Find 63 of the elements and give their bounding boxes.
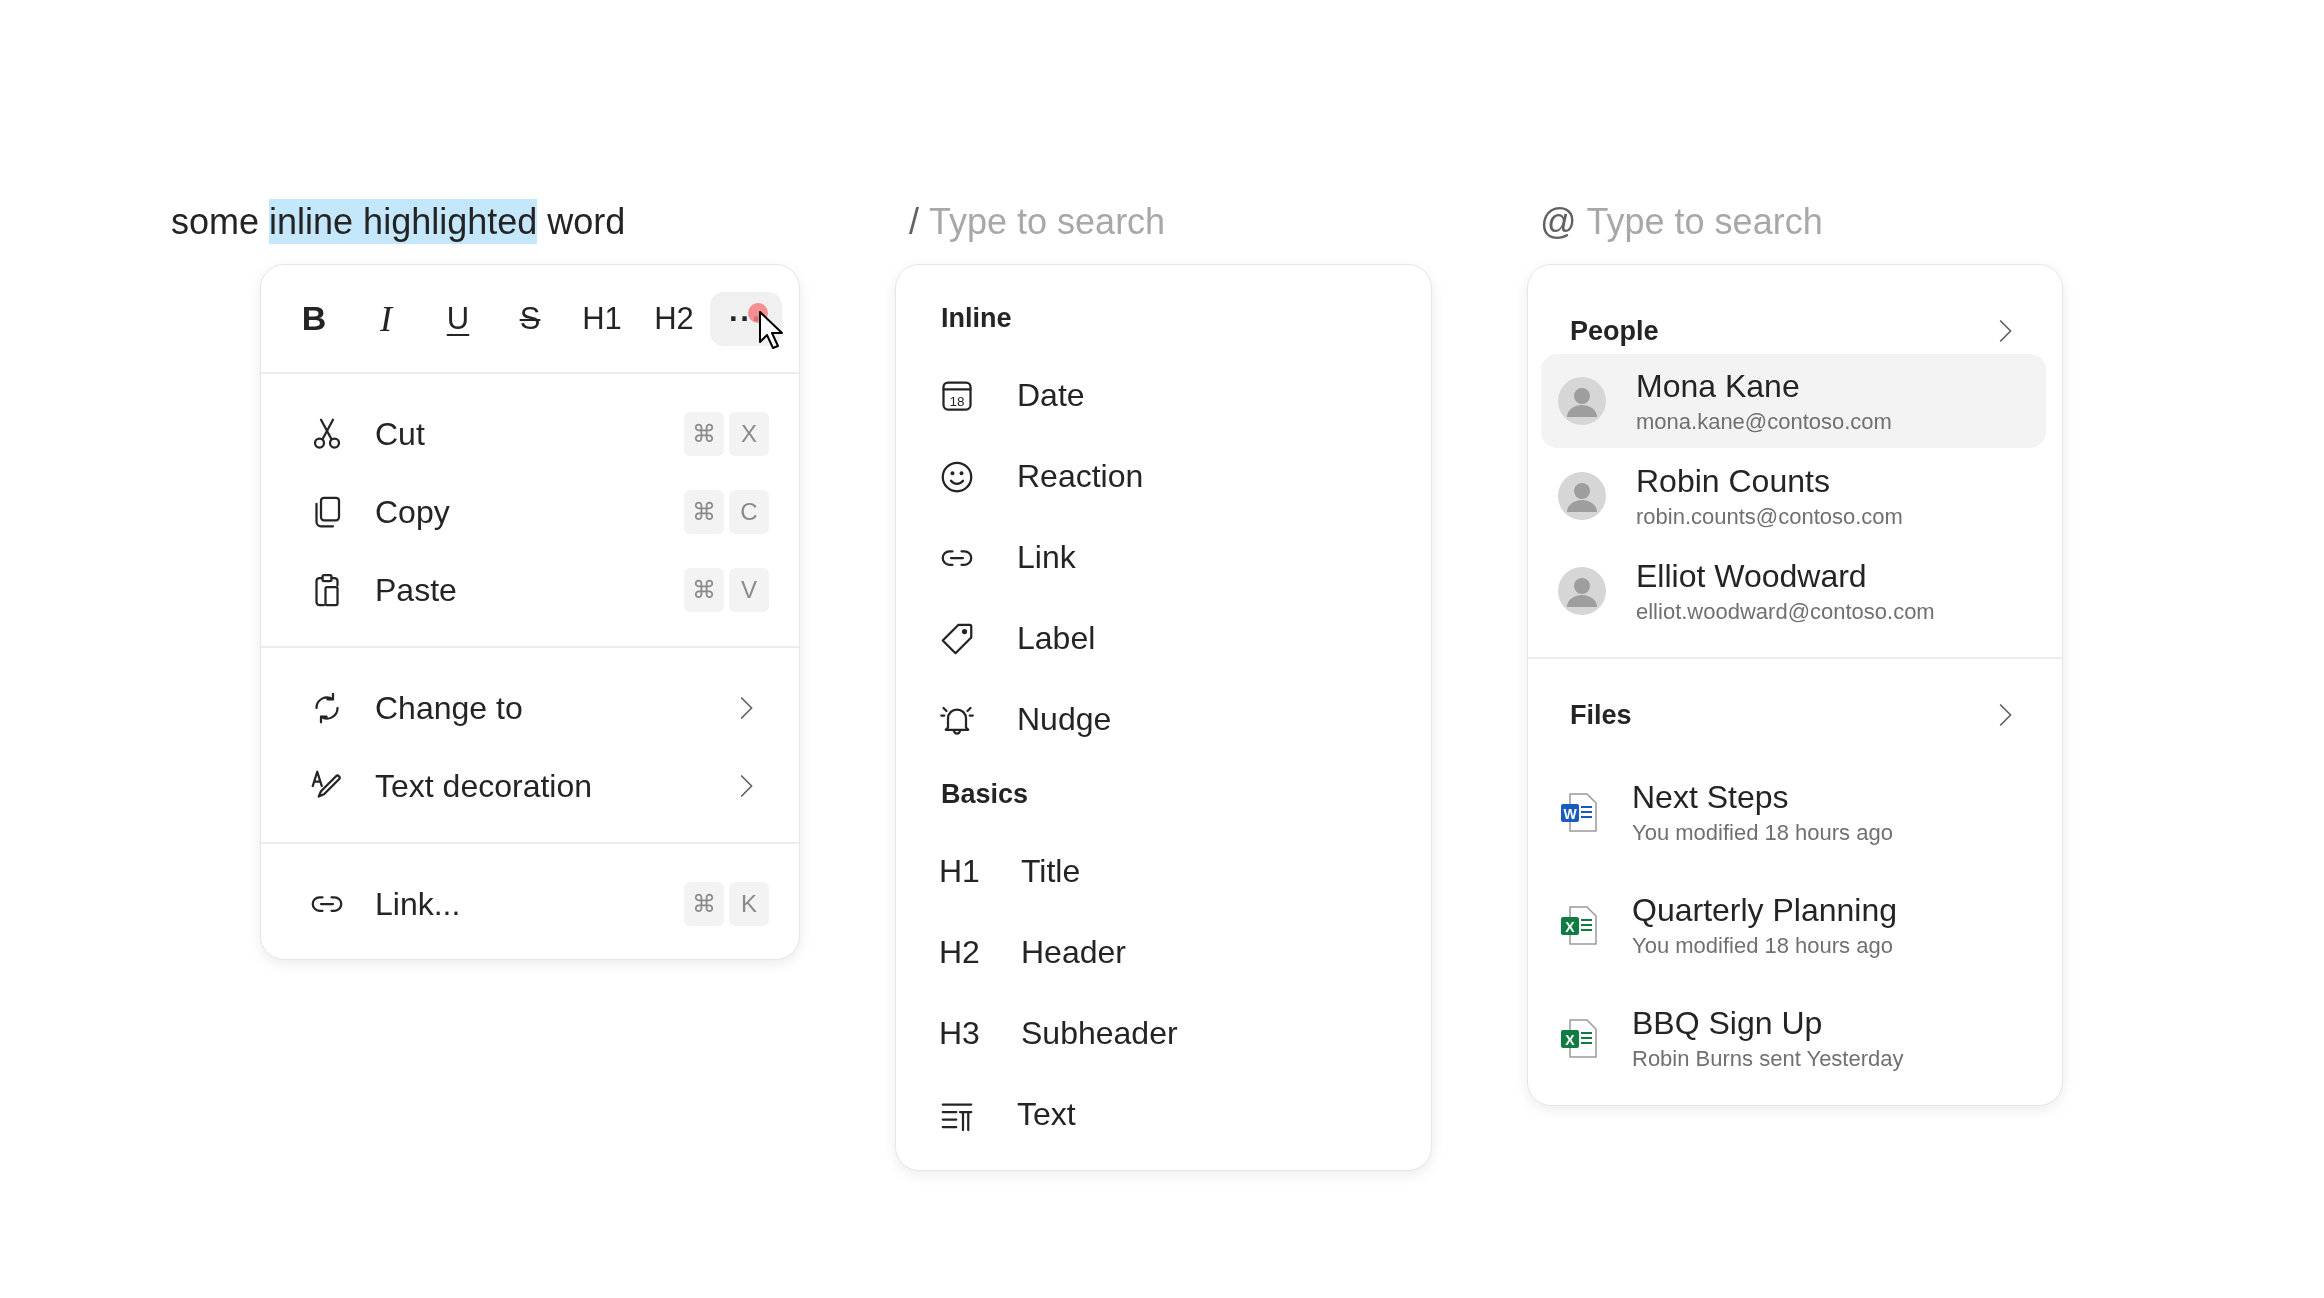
at-prefix: @ [1540, 201, 1577, 243]
menu-item[interactable]: Text [1017, 1096, 1076, 1133]
person-name: Robin Counts [1636, 462, 1831, 500]
menu-item[interactable]: Subheader [1021, 1015, 1178, 1052]
menu-item[interactable]: Link [1017, 539, 1076, 576]
shortcut-key: ⌘ [684, 490, 724, 534]
shortcut-key: ⌘ [684, 882, 724, 926]
person-name: Mona Kane [1636, 367, 1801, 405]
file-detail: Robin Burns sent Yesterday [1632, 1046, 1904, 1072]
file-item[interactable]: X Quarterly Planning You modified 18 hours ago [1528, 869, 2062, 982]
menu-item[interactable]: Text decoration [375, 767, 731, 805]
menu-item[interactable]: Nudge [1017, 701, 1112, 738]
more-button[interactable]: ··· [710, 291, 782, 346]
editor-text: some inline highlighted word [171, 201, 626, 243]
heading-button[interactable]: H2 [638, 291, 710, 346]
shortcut-key: ⌘ [684, 412, 724, 456]
slash-prefix: / [909, 201, 919, 243]
menu-item[interactable]: Copy [375, 493, 679, 531]
avatar-icon [1558, 472, 1606, 520]
strike-button[interactable]: S [494, 291, 566, 346]
file-name: Quarterly Planning [1632, 892, 1898, 929]
menu-item[interactable]: Title [1021, 853, 1081, 890]
underline-button[interactable]: U [422, 291, 494, 346]
heading-glyph: H1 [939, 853, 979, 890]
file-detail: You modified 18 hours ago [1632, 820, 1893, 846]
bold-button[interactable]: B [278, 291, 350, 346]
menu-item[interactable]: Link... [375, 885, 679, 923]
shortcut-key: V [729, 568, 769, 612]
menu-item[interactable]: Reaction [1017, 458, 1144, 495]
person-item[interactable]: Mona Kane mona.kane@contoso.com [1541, 354, 2046, 448]
shortcut-key: C [729, 490, 769, 534]
search-field[interactable]: Type to search [929, 201, 1289, 243]
shortcut-key: K [729, 882, 769, 926]
italic-button[interactable]: I [350, 291, 422, 346]
section-heading: Basics [941, 777, 1030, 811]
menu-item[interactable]: Header [1021, 934, 1126, 971]
shortcut-key: X [729, 412, 769, 456]
file-item[interactable]: W Next Steps You modified 18 hours ago [1528, 756, 2062, 869]
file-name: BBQ Sign Up [1632, 1005, 1824, 1042]
section-heading: Inline [941, 301, 1013, 335]
person-name: Elliot Woodward [1636, 557, 1868, 595]
avatar-icon [1558, 377, 1606, 425]
menu-item[interactable]: Date [1017, 377, 1085, 414]
person-item[interactable]: Robin Counts robin.counts@contoso.com [1541, 449, 2046, 543]
person-email: robin.counts@contoso.com [1636, 503, 1903, 530]
heading-button[interactable]: H1 [566, 291, 638, 346]
menu-item[interactable]: Label [1017, 620, 1096, 657]
person-item[interactable]: Elliot Woodward elliot.woodward@contoso.com [1541, 544, 2046, 638]
heading-glyph: H3 [939, 1015, 979, 1052]
menu-item[interactable]: Change to [375, 689, 731, 727]
file-item[interactable]: X BBQ Sign Up Robin Burns sent Yesterday [1528, 982, 2062, 1095]
section-heading: Files [1570, 699, 1632, 731]
avatar-icon [1558, 567, 1606, 615]
file-detail: You modified 18 hours ago [1632, 933, 1894, 959]
shortcut-key: ⌘ [684, 568, 724, 612]
menu-item[interactable]: Cut [375, 415, 679, 453]
file-name: Next Steps [1632, 779, 1790, 816]
menu-item[interactable]: Paste [375, 571, 679, 609]
person-email: mona.kane@contoso.com [1636, 408, 1892, 435]
search-field[interactable]: Type to search [1586, 201, 1947, 243]
section-heading: People [1570, 315, 1659, 347]
person-email: elliot.woodward@contoso.com [1636, 598, 1935, 625]
heading-glyph: H2 [939, 934, 979, 971]
